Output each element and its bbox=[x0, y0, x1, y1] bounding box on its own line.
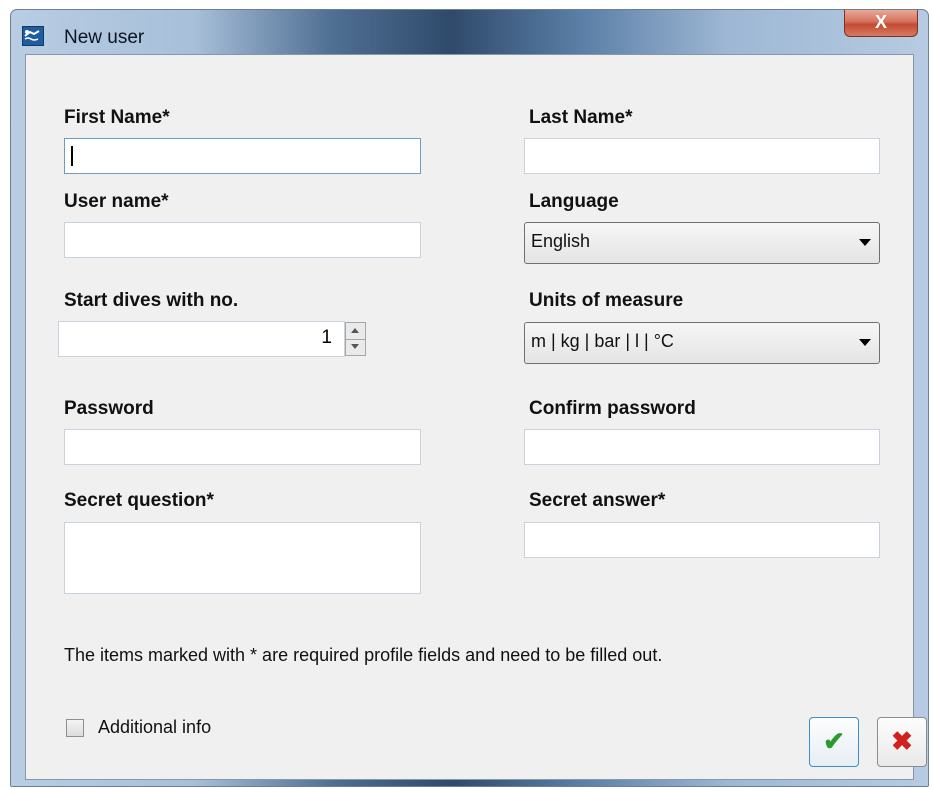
language-label: Language bbox=[529, 191, 619, 212]
additional-info-checkbox[interactable] bbox=[66, 719, 84, 737]
close-button[interactable]: X bbox=[844, 10, 918, 37]
text-caret bbox=[71, 146, 73, 166]
secret-question-input[interactable] bbox=[64, 522, 421, 594]
dialog-window: New user X First Name* Last Name* User n… bbox=[10, 9, 929, 787]
stepper-buttons bbox=[345, 322, 366, 356]
start-dives-stepper[interactable]: 1 bbox=[58, 321, 345, 357]
close-icon: ✖ bbox=[891, 726, 913, 756]
start-dives-label: Start dives with no. bbox=[64, 290, 239, 311]
password-input[interactable] bbox=[64, 429, 421, 465]
title-bar[interactable]: New user X bbox=[11, 10, 928, 54]
stepper-down-button[interactable] bbox=[346, 339, 365, 355]
ok-button[interactable]: ✔ bbox=[809, 717, 859, 767]
chevron-down-icon bbox=[859, 339, 871, 346]
last-name-label: Last Name* bbox=[529, 107, 633, 128]
additional-info-label: Additional info bbox=[98, 717, 212, 737]
window-title: New user bbox=[64, 27, 145, 48]
diver-app-icon bbox=[22, 26, 44, 46]
units-select[interactable]: m | kg | bar | l | °C bbox=[524, 322, 880, 364]
user-name-input[interactable] bbox=[64, 222, 421, 258]
language-value: English bbox=[531, 231, 591, 251]
first-name-input[interactable] bbox=[64, 138, 421, 174]
password-label: Password bbox=[64, 398, 154, 419]
required-fields-note: The items marked with * are required pro… bbox=[64, 645, 663, 665]
arrow-up-icon bbox=[351, 328, 359, 333]
arrow-down-icon bbox=[351, 344, 359, 349]
secret-answer-label: Secret answer* bbox=[529, 490, 666, 511]
secret-answer-input[interactable] bbox=[524, 522, 880, 558]
confirm-password-label: Confirm password bbox=[529, 398, 696, 419]
first-name-label: First Name* bbox=[64, 107, 170, 128]
confirm-password-input[interactable] bbox=[524, 429, 880, 465]
checkmark-icon: ✔ bbox=[823, 726, 845, 756]
dialog-content: First Name* Last Name* User name* Langua… bbox=[25, 54, 927, 780]
stepper-up-button[interactable] bbox=[346, 323, 365, 340]
secret-question-label: Secret question* bbox=[64, 490, 214, 511]
language-select[interactable]: English bbox=[524, 222, 880, 264]
cancel-button[interactable]: ✖ bbox=[877, 717, 927, 767]
start-dives-value: 1 bbox=[321, 327, 332, 348]
chevron-down-icon bbox=[859, 239, 871, 246]
last-name-input[interactable] bbox=[524, 138, 880, 174]
units-value: m | kg | bar | l | °C bbox=[531, 331, 674, 351]
units-label: Units of measure bbox=[529, 290, 684, 311]
user-name-label: User name* bbox=[64, 191, 169, 212]
